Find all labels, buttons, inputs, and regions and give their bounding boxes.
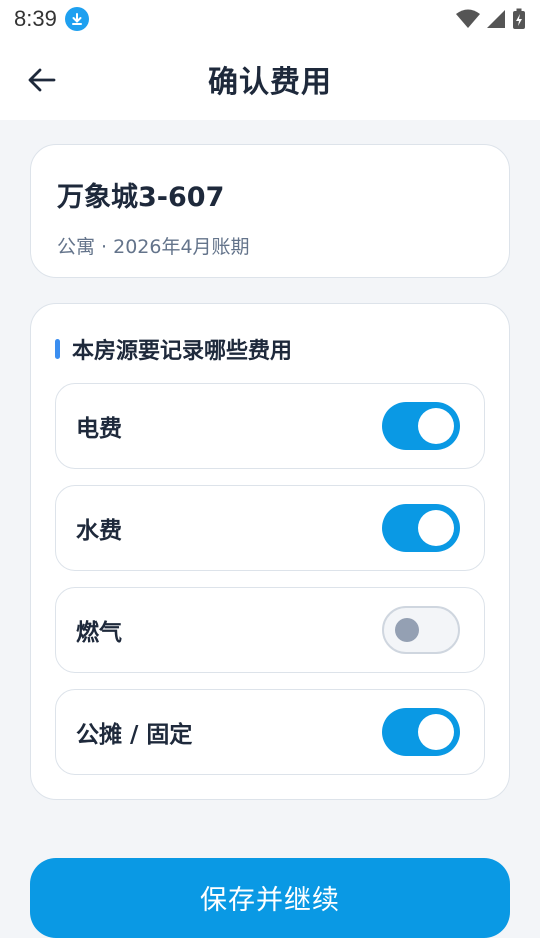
status-time: 8:39: [14, 6, 57, 31]
save-continue-button[interactable]: 保存并继续: [30, 858, 510, 938]
wifi-icon: [456, 9, 480, 28]
property-subtitle: 公寓 · 2026年4月账期: [57, 236, 250, 258]
fee-label: 燃气: [76, 620, 122, 646]
water-toggle[interactable]: [382, 504, 460, 552]
back-button[interactable]: [22, 60, 62, 100]
section-title: 本房源要记录哪些费用: [72, 339, 293, 364]
fee-row-gas: 燃气: [55, 587, 485, 673]
toggle-knob: [418, 510, 454, 546]
shared-fixed-toggle[interactable]: [382, 708, 460, 756]
fee-label: 电费: [76, 416, 122, 442]
fee-row-shared-fixed: 公摊 / 固定: [55, 689, 485, 775]
download-icon: [64, 7, 89, 31]
app-bar: 确认费用: [0, 38, 540, 120]
gas-toggle[interactable]: [382, 606, 460, 654]
toggle-knob: [395, 618, 419, 642]
fees-card: 本房源要记录哪些费用 电费 水费 燃气 公摊 / 固定: [30, 303, 510, 800]
status-bar: 8:39: [0, 0, 540, 38]
property-name: 万象城3-607: [57, 182, 225, 213]
arrow-left-icon: [28, 68, 56, 92]
toggle-knob: [418, 408, 454, 444]
fee-row-water: 水费: [55, 485, 485, 571]
property-card: 万象城3-607 公寓 · 2026年4月账期: [30, 144, 510, 278]
page-title: 确认费用: [208, 65, 332, 100]
signal-icon: [487, 10, 505, 28]
fee-label: 公摊 / 固定: [76, 722, 193, 748]
fee-label: 水费: [76, 518, 122, 544]
section-marker: [55, 339, 60, 359]
electricity-toggle[interactable]: [382, 402, 460, 450]
section-header: 本房源要记录哪些费用: [55, 334, 485, 364]
status-icons: [456, 8, 526, 30]
battery-icon: [513, 8, 525, 29]
toggle-knob: [418, 714, 454, 750]
fee-row-electricity: 电费: [55, 383, 485, 469]
